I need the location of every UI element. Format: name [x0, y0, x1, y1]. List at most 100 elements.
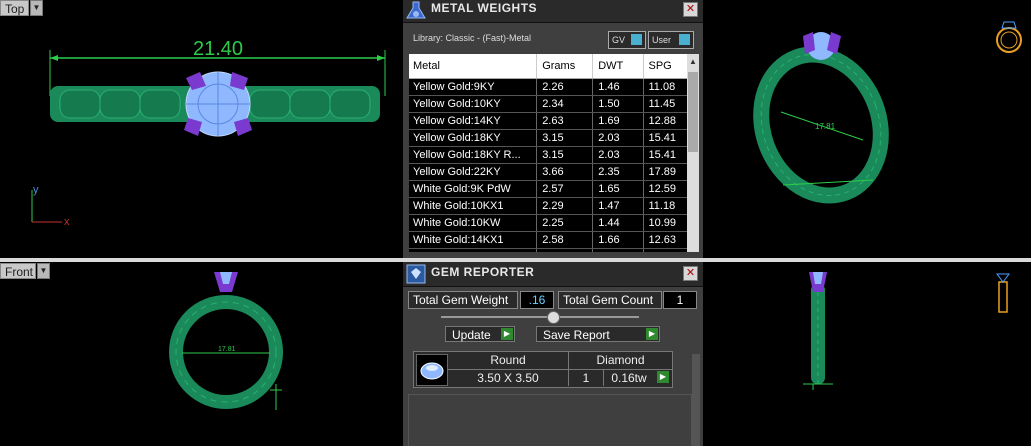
- axis-x-label: x: [64, 216, 70, 228]
- gem-size: 3.50 X 3.50: [448, 370, 569, 386]
- gem-weight: 0.16tw: [611, 371, 647, 385]
- gem-reporter-close-button[interactable]: ✕: [683, 266, 698, 281]
- gv-toggle-indicator: [631, 34, 642, 45]
- cell-dwt: 1.89: [593, 249, 644, 252]
- gem-list-row[interactable]: Round Diamond 3.50 X 3.50 1 0.16tw ▶: [413, 351, 673, 388]
- flask-icon: [406, 1, 426, 19]
- cell-metal: White Gold:10KX1: [409, 198, 538, 214]
- table-row[interactable]: White Gold:10KW 2.25 1.44 10.99: [409, 215, 687, 232]
- column-header-dwt[interactable]: DWT: [593, 54, 644, 78]
- table-row[interactable]: White Gold:9K PdW 2.57 1.65 12.59: [409, 181, 687, 198]
- table-row[interactable]: Yellow Gold:22KY 3.66 2.35 17.89: [409, 164, 687, 181]
- gv-toggle-label: GV: [612, 35, 626, 45]
- gem-slider-track[interactable]: [441, 316, 639, 318]
- column-header-metal[interactable]: Metal: [409, 54, 538, 78]
- gem-type: Diamond: [596, 353, 645, 367]
- gem-row-go-icon[interactable]: ▶: [657, 371, 669, 383]
- cell-grams: 3.15: [537, 147, 594, 163]
- user-toggle-label: User: [652, 35, 672, 45]
- cell-dwt: 2.03: [593, 147, 644, 163]
- table-row[interactable]: Yellow Gold:18KY 3.15 2.03 15.41: [409, 130, 687, 147]
- gem-reporter-panel: GEM REPORTER ✕ Total Gem Weight .16 Tota…: [403, 262, 703, 446]
- cell-spg: 17.89: [648, 166, 677, 178]
- scroll-thumb[interactable]: [688, 72, 698, 152]
- save-report-button[interactable]: Save Report ▶: [536, 326, 660, 342]
- cell-metal: White Gold:9K PdW: [409, 181, 538, 197]
- table-row[interactable]: White Gold:10KX1 2.29 1.47 11.18: [409, 198, 687, 215]
- cell-metal: White Gold:14K PdW: [409, 249, 538, 252]
- front-dimension-text: 17.81: [218, 346, 236, 353]
- table-row[interactable]: Yellow Gold:10KY 2.34 1.50 11.45: [409, 96, 687, 113]
- gem-type-cell: Diamond: [569, 352, 672, 370]
- cell-metal: Yellow Gold:18KY: [409, 130, 538, 146]
- cell-dwt: 1.65: [593, 181, 644, 197]
- table-row[interactable]: Yellow Gold:9KY 2.26 1.46 11.08: [409, 79, 687, 96]
- table-row[interactable]: White Gold:14K PdW2.941.8914.37: [409, 249, 687, 252]
- metal-weights-table: Metal Grams DWT SPG Yellow Gold:9KY 2.26 1…: [409, 54, 687, 252]
- save-report-go-icon: ▶: [646, 328, 658, 340]
- cell-dwt: 1.66: [593, 232, 644, 248]
- total-gem-count-value: 1: [663, 291, 697, 309]
- cell-grams: 2.57: [537, 181, 594, 197]
- gv-toggle[interactable]: GV: [608, 31, 646, 49]
- metal-weights-panel: METAL WEIGHTS ✕ Library: Classic - (Fast…: [403, 0, 703, 258]
- table-row[interactable]: White Gold:14KX1 2.58 1.66 12.63: [409, 232, 687, 249]
- cell-dwt: 1.69: [593, 113, 644, 129]
- top-view-canvas[interactable]: 21.40 y x: [0, 0, 400, 258]
- column-header-spg[interactable]: SPG: [644, 54, 688, 78]
- cell-metal: Yellow Gold:22KY: [409, 164, 538, 180]
- total-gem-weight-label: Total Gem Weight: [408, 291, 518, 309]
- gem-shape: Round: [490, 353, 526, 367]
- scroll-up-arrow[interactable]: ▲: [689, 57, 697, 66]
- total-gem-weight-value: .16: [520, 291, 554, 309]
- cell-spg: 14.37: [644, 249, 688, 252]
- cell-dwt: 1.44: [593, 215, 644, 231]
- metal-weights-titlebar[interactable]: METAL WEIGHTS ✕: [403, 0, 703, 23]
- user-toggle[interactable]: User: [648, 31, 694, 49]
- cell-metal: White Gold:10KW: [409, 215, 538, 231]
- front-view-canvas[interactable]: 17.81: [0, 262, 400, 446]
- table-row[interactable]: Yellow Gold:14KY 2.63 1.69 12.88: [409, 113, 687, 130]
- cell-spg: 12.63: [648, 234, 677, 246]
- cell-spg: 11.18: [648, 200, 676, 212]
- gem-reporter-title: GEM REPORTER: [431, 265, 535, 279]
- cell-grams: 2.26: [537, 79, 594, 95]
- cell-spg: 12.88: [648, 115, 677, 127]
- cell-grams: 2.29: [537, 198, 594, 214]
- table-row[interactable]: Yellow Gold:18KY R... 3.15 2.03 15.41: [409, 147, 687, 164]
- cell-metal: White Gold:14KX1: [409, 232, 538, 248]
- side-ring-preview-icon: [996, 273, 1010, 313]
- gem-count: 1: [569, 370, 604, 386]
- cell-spg: 15.41: [648, 132, 677, 144]
- cell-spg: 12.59: [648, 183, 677, 195]
- gem-shape-cell: Round: [448, 352, 569, 370]
- save-report-button-label: Save Report: [543, 328, 610, 342]
- side-view-canvas[interactable]: [703, 262, 1031, 446]
- metal-weights-scrollbar[interactable]: ▲: [687, 54, 699, 252]
- total-gem-count-label: Total Gem Count: [558, 291, 662, 309]
- user-toggle-indicator: [679, 34, 690, 45]
- cell-grams: 2.63: [537, 113, 594, 129]
- library-label: Library: Classic - (Fast)-Metal: [413, 33, 532, 43]
- gem-reporter-titlebar[interactable]: GEM REPORTER ✕: [403, 262, 703, 287]
- cell-dwt: 2.03: [593, 130, 644, 146]
- perspective-view-canvas[interactable]: 17.81: [703, 0, 1031, 258]
- cell-dwt: 1.46: [593, 79, 644, 95]
- column-header-grams[interactable]: Grams: [537, 54, 594, 78]
- metal-weights-title: METAL WEIGHTS: [431, 1, 538, 15]
- metal-weights-close-button[interactable]: ✕: [683, 2, 698, 17]
- gem-slider-handle[interactable]: [547, 311, 560, 324]
- round-gem-icon: [416, 354, 448, 386]
- top-dimension-text: 21.40: [193, 38, 243, 60]
- perspective-dimension-text: 17.81: [815, 122, 836, 131]
- update-go-icon: ▶: [501, 328, 513, 340]
- update-button[interactable]: Update ▶: [445, 326, 515, 342]
- cell-grams: 2.25: [537, 215, 594, 231]
- cell-spg: 10.99: [648, 217, 677, 229]
- cell-grams: 2.58: [537, 232, 594, 248]
- cell-spg: 11.45: [648, 98, 676, 110]
- gem-reporter-scrollbar[interactable]: [692, 354, 700, 446]
- update-button-label: Update: [452, 328, 491, 342]
- cell-grams: 3.15: [537, 130, 594, 146]
- table-header: Metal Grams DWT SPG: [409, 54, 687, 79]
